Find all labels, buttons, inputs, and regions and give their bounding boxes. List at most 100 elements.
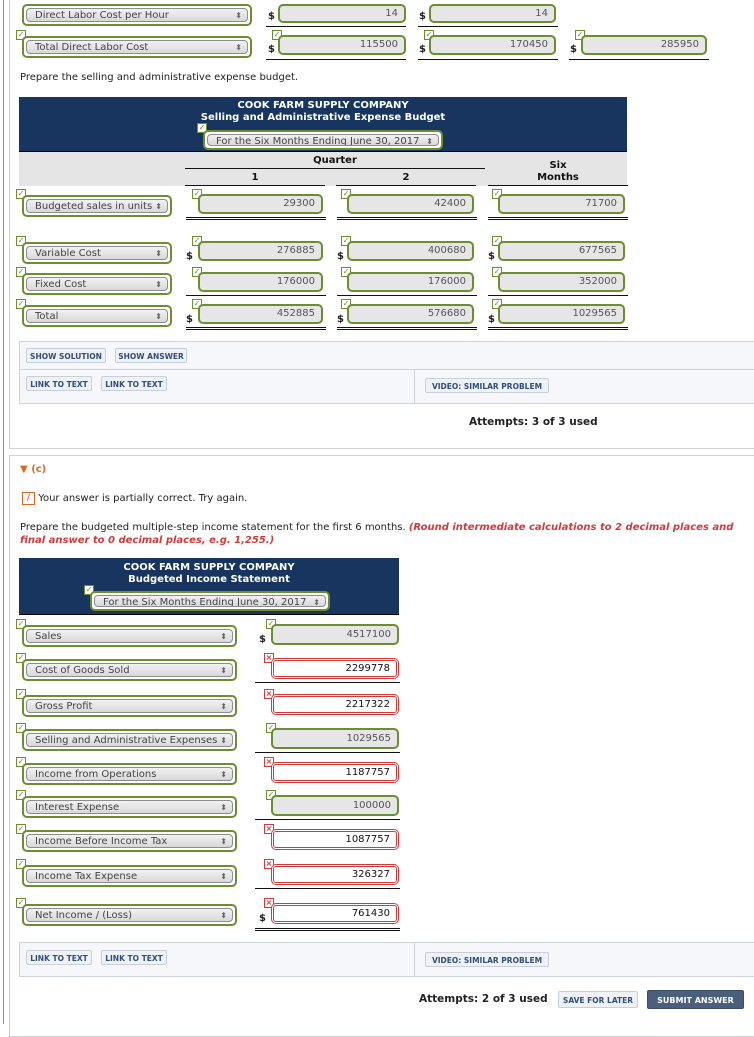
part-c-toggle[interactable]: ▼ (c) [20,464,46,475]
amount-input[interactable]: 4517100 [271,624,399,645]
select-label: For the Six Months Ending June 30, 2017 [103,597,307,607]
currency-sign: $ [488,251,495,262]
link-to-text-button[interactable]: LINK TO TEXT [101,376,167,391]
row-label-select[interactable]: Income Tax Expense ⬍ [22,865,237,887]
updown-arrow-icon: ⬍ [220,837,227,846]
select-label: Income Before Income Tax [35,836,168,847]
amount-input[interactable]: 1087757 [271,829,399,850]
double-underline [186,327,326,330]
row-label-select[interactable]: Net Income / (Loss) ⬍ [22,904,237,926]
row-label-select[interactable]: Selling and Administrative Expenses ⬍ [22,729,237,751]
row-label-select[interactable]: Fixed Cost ⬍ [22,273,172,295]
row-label-select[interactable]: Cost of Goods Sold ⬍ [22,659,237,681]
underline [418,59,558,60]
updown-arrow-icon: ⬍ [155,312,162,321]
amount-input-q1[interactable]: 276885 [198,241,323,261]
currency-sign: $ [337,251,344,262]
link-to-text-button[interactable]: LINK TO TEXT [101,950,167,965]
select-label: Fixed Cost [35,279,87,290]
double-underline [255,928,400,931]
updown-arrow-icon: ⬍ [426,137,433,146]
currency-sign: $ [570,44,577,55]
company-name: COOK FARM SUPPLY COMPANY [123,562,295,573]
double-underline [186,217,326,220]
link-to-text-button[interactable]: LINK TO TEXT [26,376,92,391]
attempts-text: Attempts: 3 of 3 used [469,416,598,428]
updown-arrow-icon: ⬍ [235,11,242,20]
amount-input-six[interactable]: 71700 [498,194,625,214]
amount-input[interactable]: 1029565 [271,728,399,749]
underline [488,185,628,186]
amount-input-q2[interactable]: 176000 [347,272,474,292]
amount-input[interactable]: 2217322 [271,694,399,715]
video-similar-problem-button[interactable]: VIDEO: SIMILAR PROBLEM [425,952,549,967]
row-label-select[interactable]: Interest Expense ⬍ [22,796,237,818]
underline [186,295,326,296]
currency-sign: $ [488,314,495,325]
budget-title: Selling and Administrative Expense Budge… [200,112,446,123]
video-similar-problem-button[interactable]: VIDEO: SIMILAR PROBLEM [425,378,549,393]
amount-input-six[interactable]: 1029565 [498,304,625,324]
amount-input-q1[interactable]: 452885 [198,304,323,324]
company-name: COOK FARM SUPPLY COMPANY [237,100,409,111]
amount-input-six[interactable]: 677565 [498,241,625,261]
select-label: Net Income / (Loss) [35,910,132,921]
amount-input-q2[interactable]: 42400 [347,194,474,214]
partial-correct-icon: / [22,492,35,505]
amount-input[interactable]: 326327 [271,864,399,885]
underline [255,888,400,889]
row-label-select[interactable]: Gross Profit ⬍ [22,695,237,717]
amount-input-q2[interactable]: 400680 [347,241,474,261]
period-select[interactable]: For the Six Months Ending June 30, 2017 ⬍ [90,591,330,611]
save-for-later-button[interactable]: SAVE FOR LATER [558,991,638,1008]
row-label-select[interactable]: Budgeted sales in units ⬍ [22,195,172,217]
underline [185,185,325,186]
updown-arrow-icon: ⬍ [220,803,227,812]
links-toolbar: LINK TO TEXT LINK TO TEXT VIDEO: SIMILAR… [19,942,754,977]
underline [255,819,400,820]
instruction-text: Prepare the budgeted multiple-step incom… [20,522,406,533]
updown-arrow-icon: ⬍ [155,280,162,289]
row-label-select[interactable]: Income Before Income Tax ⬍ [22,830,237,852]
amount-input-q1[interactable]: 29300 [198,194,323,214]
amount-input[interactable]: 2299778 [271,658,399,679]
double-underline [337,217,477,220]
underline [266,26,406,27]
link-to-text-button[interactable]: LINK TO TEXT [26,950,92,965]
caret-down-icon: ▼ [20,464,28,475]
amount-input-six[interactable]: 285950 [581,35,707,55]
select-label: Direct Labor Cost per Hour [35,10,169,21]
updown-arrow-icon: ⬍ [235,43,242,52]
amount-input[interactable]: 1187757 [271,762,399,783]
attempts-text: Attempts: 2 of 3 used [419,993,548,1005]
updown-arrow-icon: ⬍ [220,770,227,779]
updown-arrow-icon: ⬍ [220,632,227,641]
amount-input-six[interactable]: 352000 [498,272,625,292]
amount-input-q1[interactable]: 176000 [198,272,323,292]
amount-input[interactable]: 100000 [271,795,399,816]
row-label-select[interactable]: Total Direct Labor Cost ⬍ [22,36,252,58]
underline [255,752,400,753]
updown-arrow-icon: ⬍ [155,202,162,211]
select-label: Income Tax Expense [35,871,138,882]
amount-input[interactable]: 761430 [271,903,399,924]
row-label-select[interactable]: Sales ⬍ [22,625,237,647]
currency-sign: $ [419,44,426,55]
amount-input-q2[interactable]: 170450 [429,35,556,55]
amount-input-q2[interactable]: 576680 [347,304,474,324]
show-answer-button[interactable]: SHOW ANSWER [115,348,187,363]
row-label-select[interactable]: Income from Operations ⬍ [22,763,237,785]
show-solution-button[interactable]: SHOW SOLUTION [26,348,106,363]
row-label-select[interactable]: Variable Cost ⬍ [22,242,172,264]
sa-instruction: Prepare the selling and administrative e… [20,72,299,83]
select-label: Income from Operations [35,769,157,780]
period-select[interactable]: For the Six Months Ending June 30, 2017 ⬍ [203,130,443,150]
submit-answer-button[interactable]: SUBMIT ANSWER [647,990,744,1009]
row-label-select[interactable]: Total ⬍ [22,305,172,327]
col-header-months: Months [537,172,579,183]
feedback-text: Your answer is partially correct. Try ag… [38,493,248,504]
row-label-select[interactable]: Direct Labor Cost per Hour ⬍ [22,4,252,26]
amount-input-q2[interactable]: 14 [429,4,556,23]
amount-input-q1[interactable]: 115500 [278,35,406,55]
amount-input-q1[interactable]: 14 [278,4,406,23]
